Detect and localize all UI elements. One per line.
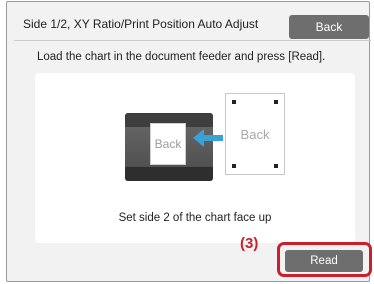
arrow-left-icon [193,129,223,147]
feeder-base [125,167,213,181]
chart-sheet: Back [225,93,285,175]
page-title: Side 1/2, XY Ratio/Print Position Auto A… [23,17,259,31]
header-divider [14,40,371,41]
back-button[interactable]: Back [289,15,369,39]
loading-illustration: Back Back Set side 2 of the chart face u… [35,73,355,243]
corner-mark [274,164,278,168]
loaded-sheet: Back [151,124,185,164]
step-number-label: (3) [240,235,259,252]
corner-mark [232,164,236,168]
illustration-caption: Set side 2 of the chart face up [118,212,272,224]
read-button[interactable]: Read [285,250,363,272]
chart-sheet-label: Back [240,126,270,142]
corner-mark [274,100,278,104]
instruction-text: Load the chart in the document feeder an… [37,51,326,63]
corner-mark [232,100,236,104]
dialog-panel: Side 1/2, XY Ratio/Print Position Auto A… [6,1,371,282]
